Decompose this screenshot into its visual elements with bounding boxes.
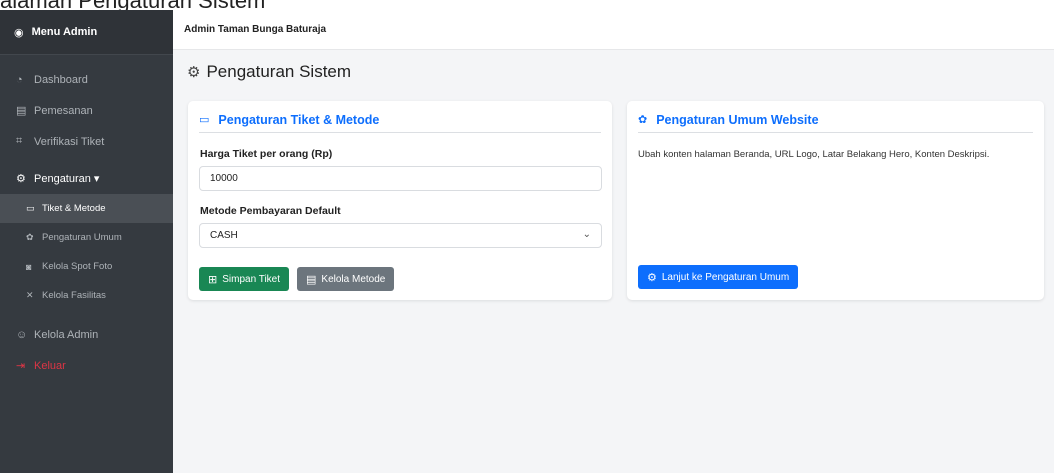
card-title: ✿ Pengaturan Umum Website xyxy=(638,113,1033,133)
method-label: Metode Pembayaran Default xyxy=(200,205,341,217)
sidebar-item-keluar[interactable]: ⇥ Keluar xyxy=(0,350,173,381)
sidebar-item-verifikasi-tiket[interactable]: ⌗ Verifikasi Tiket xyxy=(0,126,173,157)
topbar: Admin Taman Bunga Baturaja xyxy=(173,10,1054,50)
ticket-settings-card: ▭ Pengaturan Tiket & Metode Harga Tiket … xyxy=(188,101,612,300)
card-title: ▭ Pengaturan Tiket & Metode xyxy=(199,113,601,133)
palette-icon: ✿ xyxy=(638,114,648,126)
qr-icon: ⌗ xyxy=(16,135,23,147)
chevron-down-icon: ⌄ xyxy=(582,229,591,240)
general-settings-card: ✿ Pengaturan Umum Website Ubah konten ha… xyxy=(627,101,1044,300)
camera-icon: ◙ xyxy=(26,261,32,272)
save-ticket-label: Simpan Tiket xyxy=(222,273,281,285)
card-title-text: Pengaturan Umum Website xyxy=(656,113,819,127)
payment-method-value: CASH xyxy=(210,230,238,241)
sidebar-subitem-label: Pengaturan Umum xyxy=(42,232,122,243)
sidebar-header: ◉ Menu Admin xyxy=(0,10,173,55)
sidebar-item-label: Keluar xyxy=(34,359,66,372)
sidebar-item-pengaturan[interactable]: ⚙ Pengaturan ▾ xyxy=(0,163,173,194)
page-caption: alaman Pengaturan Sistem xyxy=(0,0,1054,10)
sidebar-subitem-tiket-metode[interactable]: ▭ Tiket & Metode xyxy=(0,194,173,223)
list-icon: ▤ xyxy=(306,273,317,286)
go-general-settings-button[interactable]: ⚙ Lanjut ke Pengaturan Umum xyxy=(638,265,799,289)
sidebar-item-label: Pengaturan ▾ xyxy=(34,173,100,185)
save-ticket-button[interactable]: ⊞ Simpan Tiket xyxy=(199,267,290,291)
sidebar-subitem-label: Kelola Spot Foto xyxy=(42,261,113,272)
sidebar-subitem-label: Tiket & Metode xyxy=(42,203,106,214)
admin-app: ◉ Menu Admin ◔ Dashboard ▤ Pemesanan ⌗ V… xyxy=(0,10,1054,473)
sidebar-item-label: Dashboard xyxy=(34,73,88,86)
sidebar-item-label: Kelola Admin xyxy=(34,328,99,341)
sidebar-item-kelola-admin[interactable]: ☺ Kelola Admin xyxy=(0,319,173,350)
payment-method-select[interactable]: CASH ⌄ xyxy=(199,223,602,248)
go-general-settings-label: Lanjut ke Pengaturan Umum xyxy=(661,271,790,283)
circle-dot-icon: ◉ xyxy=(14,26,24,39)
list-icon: ▤ xyxy=(16,105,27,117)
sidebar-item-dashboard[interactable]: ◔ Dashboard xyxy=(0,64,173,95)
tools-icon: ✕ xyxy=(26,290,34,300)
ticket-icon: ▭ xyxy=(199,114,210,126)
gear-icon: ⚙ xyxy=(16,173,26,185)
speedometer-icon: ◔ xyxy=(16,73,23,86)
people-icon: ☺ xyxy=(16,328,28,341)
page-title-text: Pengaturan Sistem xyxy=(206,62,352,81)
manage-methods-label: Kelola Metode xyxy=(321,273,386,285)
sidebar-subitem-pengaturan-umum[interactable]: ✿ Pengaturan Umum xyxy=(0,223,173,252)
sidebar-item-label: Pemesanan xyxy=(34,104,93,117)
general-description: Ubah konten halaman Beranda, URL Logo, L… xyxy=(638,149,990,160)
main-content: Admin Taman Bunga Baturaja ⚙ Pengaturan … xyxy=(173,10,1054,473)
sidebar: ◉ Menu Admin ◔ Dashboard ▤ Pemesanan ⌗ V… xyxy=(0,10,173,473)
gear-icon: ⚙ xyxy=(647,271,657,284)
sidebar-subitem-kelola-fasilitas[interactable]: ✕ Kelola Fasilitas xyxy=(0,281,173,310)
page-title: ⚙ Pengaturan Sistem xyxy=(187,62,351,82)
sidebar-subitem-label: Kelola Fasilitas xyxy=(42,290,106,301)
ticket-icon: ▭ xyxy=(26,203,35,213)
gear-icon: ⚙ xyxy=(187,64,201,81)
price-label: Harga Tiket per orang (Rp) xyxy=(200,148,333,160)
topbar-title: Admin Taman Bunga Baturaja xyxy=(184,24,327,35)
sidebar-item-pemesanan[interactable]: ▤ Pemesanan xyxy=(0,95,173,126)
sidebar-item-label: Verifikasi Tiket xyxy=(34,135,105,148)
card-title-text: Pengaturan Tiket & Metode xyxy=(218,113,380,127)
manage-methods-button[interactable]: ▤ Kelola Metode xyxy=(297,267,395,291)
save-icon: ⊞ xyxy=(208,273,218,286)
price-input[interactable]: 10000 xyxy=(199,166,602,191)
sidebar-title: Menu Admin xyxy=(31,26,98,38)
logout-icon: ⇥ xyxy=(16,360,26,372)
palette-icon: ✿ xyxy=(26,232,34,242)
sidebar-subitem-kelola-spot-foto[interactable]: ◙ Kelola Spot Foto xyxy=(0,252,173,281)
price-input-value: 10000 xyxy=(210,173,238,184)
